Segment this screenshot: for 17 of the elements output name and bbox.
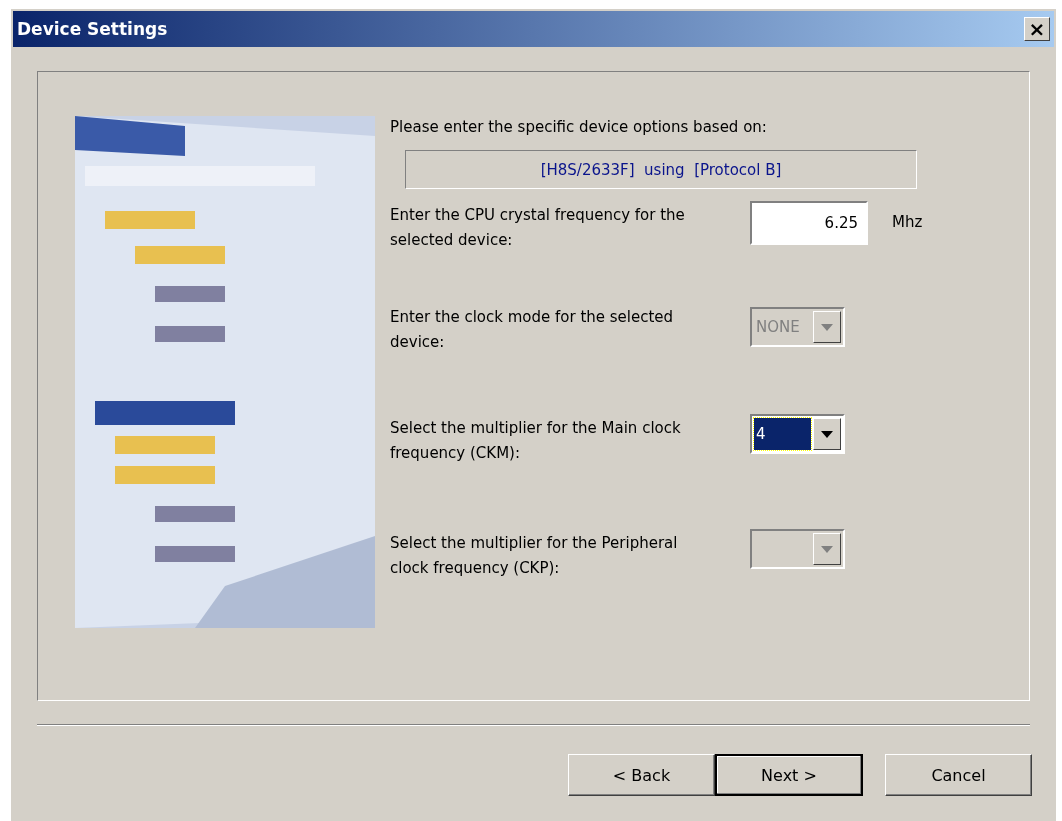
setting-label: Select the multiplier for the Peripheral clock frequency (CKP): xyxy=(390,533,679,579)
setting-label: Enter the CPU crystal frequency for the selected device: xyxy=(390,205,686,251)
intro-text: Please enter the specific device options based on: xyxy=(390,118,768,136)
dropdown-arrow-icon xyxy=(821,545,833,553)
frequency-field[interactable]: 6.25 xyxy=(750,201,868,245)
setting-label: Select the multiplier for the Main clock frequency (CKM): xyxy=(390,418,682,464)
dropdown[interactable]: 4 xyxy=(750,414,845,454)
unit-label: Mhz xyxy=(892,213,923,231)
device-summary: [H8S/2633F] using [Protocol B] xyxy=(405,150,917,189)
cancel-button[interactable]: Cancel xyxy=(885,754,1032,796)
setting-label: Enter the clock mode for the selected device: xyxy=(390,307,675,353)
back-button[interactable]: < Back xyxy=(568,754,715,796)
dropdown-arrow-icon xyxy=(821,430,833,438)
dropdown-arrow-icon xyxy=(821,323,833,331)
window-title: Device Settings xyxy=(17,19,168,39)
close-button[interactable]: × xyxy=(1024,17,1050,41)
next-button[interactable]: Next > xyxy=(715,754,863,796)
